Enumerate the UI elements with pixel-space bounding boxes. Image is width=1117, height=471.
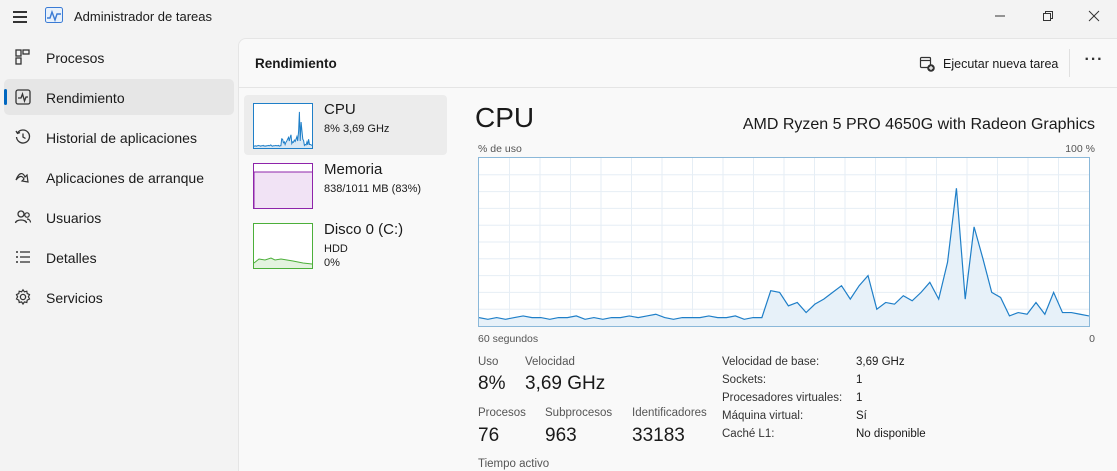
y-axis-max-label: 100 % [1065, 143, 1095, 155]
threads-value: 963 [545, 425, 577, 446]
usage-value: 8% [478, 373, 506, 394]
device-type: HDD [324, 243, 348, 255]
run-task-label: Ejecutar nueva tarea [943, 57, 1059, 71]
sidebar-item-detalles[interactable]: Detalles [4, 239, 234, 275]
page-title: Rendimiento [255, 56, 337, 71]
minimize-button[interactable] [977, 0, 1023, 32]
info-value: 1 [856, 374, 863, 386]
cpu-usage-graph [478, 157, 1090, 327]
performance-icon [15, 89, 31, 105]
info-key: Velocidad de base: [722, 356, 820, 368]
run-task-icon [919, 56, 935, 72]
x-axis-left-label: 60 segundos [478, 333, 539, 345]
device-item-cpu[interactable]: CPU 8% 3,69 GHz [244, 95, 447, 155]
header-divider [1069, 49, 1070, 77]
menu-icon[interactable] [10, 8, 30, 24]
info-value: Sí [856, 410, 867, 422]
device-usage: 8% 3,69 GHz [324, 123, 390, 135]
sidebar-item-servicios[interactable]: Servicios [4, 279, 234, 315]
app-title: Administrador de tareas [74, 9, 213, 24]
more-options-button[interactable]: ··· [1077, 51, 1111, 77]
history-icon [15, 129, 31, 144]
info-value: 1 [856, 392, 863, 404]
restore-button[interactable] [1025, 0, 1071, 32]
y-axis-label: % de uso [478, 143, 522, 155]
main-header: Rendimiento Ejecutar nueva tarea ··· [239, 39, 1117, 88]
sidebar-item-label: Historial de aplicaciones [46, 130, 197, 146]
sidebar-item-label: Rendimiento [46, 90, 125, 106]
device-item-memoria[interactable]: Memoria 838/1011 MB (83%) [244, 155, 447, 215]
sidebar-item-label: Aplicaciones de arranque [46, 170, 204, 186]
close-button[interactable] [1071, 0, 1117, 32]
main-panel: Rendimiento Ejecutar nueva tarea ··· CPU… [238, 38, 1117, 471]
processes-icon [15, 49, 30, 65]
details-icon [16, 251, 30, 263]
sidebar-item-label: Servicios [46, 290, 103, 306]
sidebar-item-label: Detalles [46, 250, 97, 266]
device-usage: 0% [324, 257, 340, 269]
users-icon [14, 210, 32, 224]
minimize-icon [995, 15, 1005, 17]
sidebar-item-procesos[interactable]: Procesos [4, 39, 234, 75]
speed-value: 3,69 GHz [525, 373, 606, 394]
disk-thumbnail-graph [253, 223, 313, 269]
handles-value: 33183 [632, 425, 685, 446]
usage-label: Uso [478, 356, 499, 368]
info-key: Procesadores virtuales: [722, 392, 843, 404]
info-value: No disponible [856, 428, 926, 440]
sidebar-item-historial[interactable]: Historial de aplicaciones [4, 119, 234, 155]
device-name: CPU [324, 101, 356, 118]
sidebar-item-label: Usuarios [46, 210, 102, 226]
threads-label: Subprocesos [545, 407, 613, 419]
cpu-model-name: AMD Ryzen 5 PRO 4650G with Radeon Graphi… [742, 116, 1095, 133]
info-key: Máquina virtual: [722, 410, 804, 422]
task-manager-app-icon [45, 7, 63, 23]
restore-icon [1043, 11, 1053, 21]
device-name: Memoria [324, 161, 383, 178]
processes-value: 76 [478, 425, 500, 446]
sidebar-item-rendimiento[interactable]: Rendimiento [4, 79, 234, 115]
sidebar-item-arranque[interactable]: Aplicaciones de arranque [4, 159, 234, 195]
active-indicator [4, 89, 7, 105]
info-key: Caché L1: [722, 428, 775, 440]
info-key: Sockets: [722, 374, 767, 386]
device-item-disco[interactable]: Disco 0 (C:) HDD 0% [244, 215, 447, 275]
detail-title: CPU [475, 102, 535, 133]
handles-label: Identificadores [632, 407, 707, 419]
title-bar: Administrador de tareas [0, 0, 1117, 32]
run-new-task-button[interactable]: Ejecutar nueva tarea [919, 53, 1058, 75]
x-axis-right-label: 0 [1089, 333, 1095, 345]
speed-label: Velocidad [525, 356, 575, 368]
processes-label: Procesos [478, 407, 526, 419]
memory-thumbnail-graph [253, 163, 313, 209]
device-name: Disco 0 (C:) [324, 221, 404, 238]
sidebar-item-label: Procesos [46, 50, 105, 66]
startup-icon [15, 173, 29, 183]
sidebar-item-usuarios[interactable]: Usuarios [4, 199, 234, 235]
services-icon [15, 288, 31, 306]
device-usage: 838/1011 MB (83%) [324, 183, 422, 195]
cpu-thumbnail-graph [253, 103, 313, 149]
close-icon [1088, 10, 1100, 22]
uptime-label: Tiempo activo [478, 458, 550, 470]
info-value: 3,69 GHz [856, 356, 905, 368]
